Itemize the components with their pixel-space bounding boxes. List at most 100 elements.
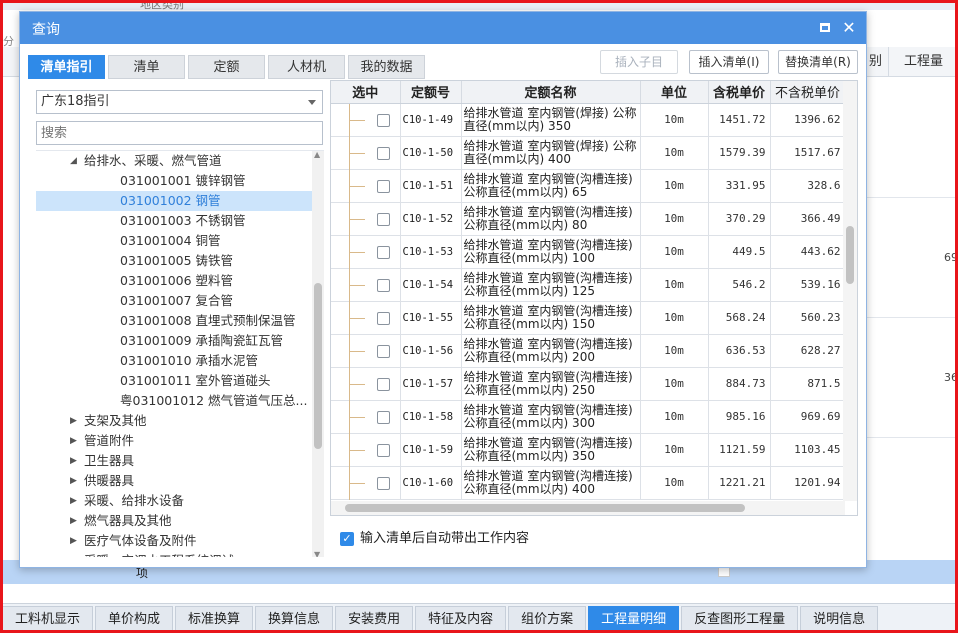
expand-right-icon[interactable]: ▶	[70, 471, 77, 491]
col-header-notax-price[interactable]: 不含税单价	[770, 81, 846, 104]
table-row[interactable]: C10-1-52 给排水管道 室内钢管(沟槽连接) 公称直径(mm以内) 80 10…	[331, 202, 846, 236]
bottom-tab[interactable]: 安装费用	[335, 606, 414, 632]
tree-node[interactable]: ▶ 管道附件	[36, 431, 324, 451]
quota-name: 给排水管道 室内钢管(沟槽连接) 公称直径(mm以内) 350	[461, 433, 641, 467]
tree-node[interactable]: ▶ 卫生器具	[36, 451, 324, 471]
tab-list[interactable]: 清单	[108, 55, 185, 79]
bottom-tab[interactable]: 单价构成	[95, 606, 174, 632]
tree-node[interactable]: 031001010 承插水泥管	[36, 351, 324, 371]
tab-materials[interactable]: 人材机	[268, 55, 345, 79]
tree-node[interactable]: 031001005 铸铁管	[36, 251, 324, 271]
insert-list-button[interactable]: 插入清单(I)	[689, 50, 769, 74]
row-checkbox[interactable]	[377, 443, 390, 457]
tree-node[interactable]: 031001001 镀锌钢管	[36, 171, 324, 191]
bottom-tab[interactable]: 说明信息	[800, 606, 879, 632]
table-row[interactable]: C10-1-49 给排水管道 室内钢管(焊接) 公称直径(mm以内) 350 10m…	[331, 103, 846, 137]
tree-node[interactable]: 031001011 室外管道碰头	[36, 371, 324, 391]
tree-node[interactable]: ▶ 医疗气体设备及附件	[36, 531, 324, 551]
bottom-tab[interactable]: 反查图形工程量	[681, 606, 799, 632]
col-header-select[interactable]: 选中	[331, 81, 401, 104]
tree-node[interactable]: ▶ 支架及其他	[36, 411, 324, 431]
row-checkbox[interactable]	[377, 212, 390, 226]
auto-bring-work-option[interactable]: ✓ 输入清单后自动带出工作内容	[340, 531, 529, 547]
grid-scroll-thumb[interactable]	[846, 226, 854, 284]
tab-quota[interactable]: 定额	[188, 55, 265, 79]
bottom-tab[interactable]: 工程量明细	[588, 606, 680, 632]
row-checkbox[interactable]	[377, 146, 390, 160]
grid-hscroll-thumb[interactable]	[345, 504, 745, 512]
row-checkbox[interactable]	[377, 476, 390, 490]
tree-node[interactable]: ▶ 采暖、给排水设备	[36, 491, 324, 511]
bottom-tab[interactable]: 组价方案	[508, 606, 587, 632]
bottom-tab[interactable]: 特征及内容	[415, 606, 507, 632]
table-row[interactable]: C10-1-59 给排水管道 室内钢管(沟槽连接) 公称直径(mm以内) 350 1…	[331, 433, 846, 467]
col-header-code[interactable]: 定额号	[400, 81, 462, 104]
background-col-header-1[interactable]: 别	[866, 47, 888, 77]
expand-right-icon[interactable]: ▶	[70, 531, 77, 551]
table-row[interactable]: C10-1-57 给排水管道 室内钢管(沟槽连接) 公称直径(mm以内) 250 1…	[331, 367, 846, 401]
background-col-header-2[interactable]: 工程量	[888, 47, 958, 77]
tree-scrollbar[interactable]: ▲ ▼	[312, 151, 324, 557]
tree-node[interactable]: 031001008 直埋式预制保温管	[36, 311, 324, 331]
grid-horizontal-scrollbar[interactable]	[331, 501, 845, 515]
tree-node[interactable]: 031001003 不锈钢管	[36, 211, 324, 231]
search-input[interactable]	[36, 121, 323, 145]
row-checkbox[interactable]	[377, 311, 390, 325]
replace-list-button[interactable]: 替换清单(R)	[778, 50, 858, 74]
guide-select[interactable]: 广东18指引	[36, 90, 323, 114]
tree-node[interactable]: 031001002 钢管	[36, 191, 324, 211]
expand-right-icon[interactable]: ▶	[70, 511, 77, 531]
row-checkbox[interactable]	[377, 377, 390, 391]
tab-list-guide[interactable]: 清单指引	[28, 55, 105, 79]
table-row[interactable]: C10-1-58 给排水管道 室内钢管(沟槽连接) 公称直径(mm以内) 300 1…	[331, 400, 846, 434]
bottom-tab[interactable]: 换算信息	[255, 606, 334, 632]
scroll-down-icon[interactable]: ▼	[314, 550, 320, 557]
tree-node[interactable]: 031001007 复合管	[36, 291, 324, 311]
tree-node[interactable]: 031001006 塑料管	[36, 271, 324, 291]
expand-right-icon[interactable]: ▶	[70, 491, 77, 511]
table-row[interactable]: C10-1-50 给排水管道 室内钢管(焊接) 公称直径(mm以内) 400 10m…	[331, 136, 846, 170]
tree-node[interactable]: ◢ 给排水、采暖、燃气管道	[36, 151, 324, 171]
col-header-name[interactable]: 定额名称	[461, 81, 641, 104]
col-header-unit[interactable]: 单位	[640, 81, 709, 104]
table-row[interactable]: C10-1-56 给排水管道 室内钢管(沟槽连接) 公称直径(mm以内) 200 1…	[331, 334, 846, 368]
expand-right-icon[interactable]: ▶	[70, 451, 77, 471]
expand-right-icon[interactable]: ▶	[70, 551, 77, 557]
background-scroll-thumb[interactable]	[718, 567, 730, 577]
expand-right-icon[interactable]: ▶	[70, 411, 77, 431]
tree-scroll-thumb[interactable]	[314, 283, 322, 449]
tree-node[interactable]: 粤031001012 燃气管道气压总...	[36, 391, 324, 411]
tree-node[interactable]: ▶ 采暖、空调水工程系统调试	[36, 551, 324, 557]
row-checkbox[interactable]	[377, 179, 390, 193]
scroll-up-icon[interactable]: ▲	[314, 151, 320, 159]
row-checkbox[interactable]	[377, 410, 390, 424]
row-checkbox[interactable]	[377, 113, 390, 127]
table-row[interactable]: C10-1-60 给排水管道 室内钢管(沟槽连接) 公称直径(mm以内) 400 1…	[331, 466, 846, 500]
maximize-button[interactable]	[816, 19, 834, 37]
checkbox-checked-icon[interactable]: ✓	[340, 532, 354, 546]
grid-vertical-scrollbar[interactable]	[843, 81, 857, 501]
table-row[interactable]: C10-1-51 给排水管道 室内钢管(沟槽连接) 公称直径(mm以内) 65 10…	[331, 169, 846, 203]
tree-node-label: 供暖器具	[84, 473, 135, 488]
tab-my-data[interactable]: 我的数据	[348, 55, 425, 79]
table-row[interactable]: C10-1-53 给排水管道 室内钢管(沟槽连接) 公称直径(mm以内) 100 1…	[331, 235, 846, 269]
bottom-tab[interactable]: 工料机显示	[2, 606, 94, 632]
table-row[interactable]: C10-1-55 给排水管道 室内钢管(沟槽连接) 公称直径(mm以内) 150 1…	[331, 301, 846, 335]
col-header-tax-price[interactable]: 含税单价	[708, 81, 771, 104]
row-checkbox[interactable]	[377, 278, 390, 292]
tree-node[interactable]: 031001009 承插陶瓷缸瓦管	[36, 331, 324, 351]
tree-node[interactable]: 031001004 铜管	[36, 231, 324, 251]
expand-down-icon[interactable]: ◢	[70, 151, 77, 171]
tree-node[interactable]: ▶ 供暖器具	[36, 471, 324, 491]
expand-right-icon[interactable]: ▶	[70, 431, 77, 451]
tree-node[interactable]: ▶ 燃气器具及其他	[36, 511, 324, 531]
close-button[interactable]: ✕	[840, 19, 858, 37]
row-checkbox[interactable]	[377, 245, 390, 259]
quota-code: C10-1-60	[400, 466, 462, 500]
row-checkbox[interactable]	[377, 344, 390, 358]
dialog-title-bar[interactable]: 查询 ✕	[20, 12, 866, 44]
background-value: 69	[944, 251, 958, 264]
table-row[interactable]: C10-1-54 给排水管道 室内钢管(沟槽连接) 公称直径(mm以内) 125 1…	[331, 268, 846, 302]
insert-child-button[interactable]: 插入子目	[600, 50, 678, 74]
bottom-tab[interactable]: 标准换算	[175, 606, 254, 632]
